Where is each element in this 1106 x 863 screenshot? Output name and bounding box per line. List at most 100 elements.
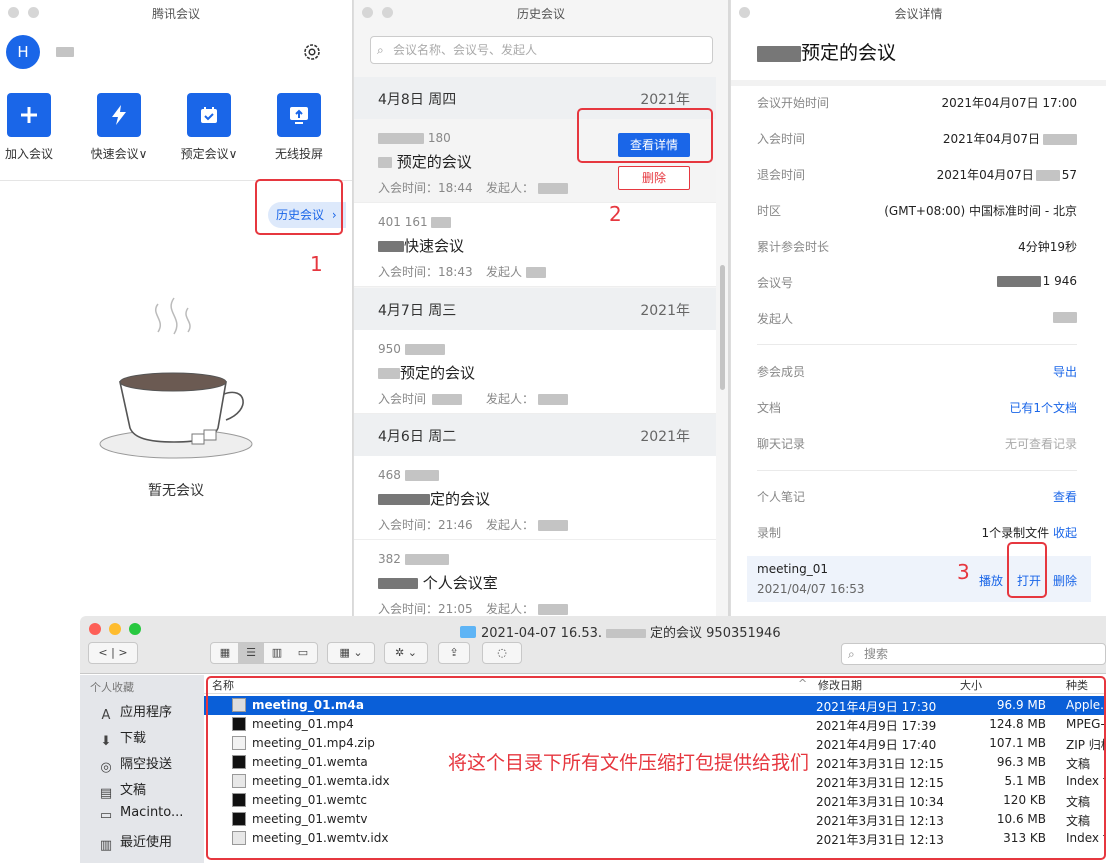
recording-date: 2021/04/07 16:53	[757, 582, 865, 596]
meeting-name: 预定的会议	[378, 362, 475, 383]
screen-cast-label: 无线投屏	[274, 147, 323, 161]
meeting-id: 468	[378, 468, 439, 482]
search-input[interactable]: ⌕ 会议名称、会议号、发起人	[370, 36, 713, 64]
screen-cast-button[interactable]: 无线投屏	[259, 93, 339, 162]
annotation-box-1	[255, 179, 343, 235]
group-button[interactable]: ▦ ⌄	[327, 642, 375, 664]
divider	[757, 344, 1077, 345]
sidebar-item-downloads[interactable]: ⬇ 下载	[98, 727, 146, 750]
group-icon: ▦ ⌄	[339, 646, 363, 659]
list-item[interactable]: 950 预定的会议 入会时间 发起人：	[354, 330, 716, 414]
detail-row-recording: 录制 1个录制文件 收起	[757, 526, 1077, 540]
documents-link[interactable]: 已有1个文档	[1009, 399, 1077, 416]
gear-icon: ✲ ⌄	[395, 646, 417, 659]
group-year: 2021年	[640, 92, 690, 108]
chevron-left-icon[interactable]: <	[98, 646, 107, 659]
sidebar-item-recents[interactable]: ▥ 最近使用	[98, 831, 172, 854]
group-date: 4月6日 周二	[378, 429, 457, 445]
history-meetings-window: 历史会议 ⌕ 会议名称、会议号、发起人 4月8日 周四 2021年 180 预定…	[353, 0, 728, 616]
search-input[interactable]: ⌕ 搜索	[841, 643, 1106, 665]
group-year: 2021年	[640, 429, 690, 445]
collapse-recording-link[interactable]: 收起	[1053, 526, 1077, 540]
sidebar-item-documents[interactable]: ▤ 文稿	[98, 779, 146, 802]
join-time: 入会时间：18:44	[378, 181, 473, 195]
detail-row-start-time: 会议开始时间 2021年04月07日 17:00	[757, 96, 1077, 110]
share-button[interactable]: ⇪	[438, 642, 470, 664]
airdrop-icon: ◎	[100, 760, 112, 775]
initiator: 发起人：	[486, 390, 569, 407]
annotation-box-2	[577, 108, 713, 163]
sidebar-item-applications[interactable]: A 应用程序	[98, 701, 172, 724]
view-mode-buttons[interactable]: ▦ ☰ ▥ ▭	[210, 642, 318, 664]
meeting-details-window: 会议详情 预定的会议 会议开始时间 2021年04月07日 17:00 入会时间 2…	[730, 0, 1106, 616]
list-item[interactable]: 382 个人会议室 入会时间：21:05 发起人：	[354, 540, 716, 616]
gallery-view-icon[interactable]: ▭	[290, 643, 316, 663]
tag-icon: ◌	[497, 646, 507, 659]
list-item[interactable]: 401 161 快速会议 入会时间：18:43 发起人	[354, 203, 716, 287]
sidebar-item-macintosh[interactable]: ▭ Macinto...	[98, 805, 184, 824]
share-icon: ⇪	[449, 646, 459, 659]
delete-recording-button[interactable]: 删除	[1053, 572, 1077, 589]
meeting-id: 382	[378, 552, 449, 566]
close-button[interactable]	[89, 623, 101, 635]
sidebar-item-airdrop[interactable]: ◎ 隔空投送	[98, 753, 172, 776]
finder-title: 2021-04-07 16.53. 定的会议 950351946	[460, 622, 781, 641]
meeting-title: 预定的会议	[757, 38, 896, 65]
group-date: 4月7日 周三	[378, 303, 457, 319]
avatar[interactable]: H	[6, 35, 40, 69]
applications-icon: A	[101, 708, 111, 723]
schedule-meeting-label: 预定会议∨	[180, 147, 238, 161]
recents-icon: ▥	[99, 838, 113, 853]
search-placeholder: 会议名称、会议号、发起人	[393, 43, 538, 57]
divider	[731, 80, 1106, 86]
export-members-link[interactable]: 导出	[1053, 363, 1077, 380]
initiator: 发起人：	[486, 600, 569, 616]
column-view-icon[interactable]: ▥	[264, 643, 290, 663]
recording-name: meeting_01	[757, 562, 828, 576]
schedule-meeting-button[interactable]: 预定会议∨	[169, 93, 249, 162]
empty-state-text: 暂无会议	[148, 483, 204, 499]
zoom-button[interactable]	[129, 623, 141, 635]
back-forward-buttons[interactable]: < | >	[88, 642, 138, 664]
meeting-name: 定的会议	[378, 488, 490, 509]
window-title: 会议详情	[894, 7, 943, 21]
lightning-icon	[97, 93, 141, 137]
initiator: 发起人：	[486, 516, 569, 533]
view-notes-link[interactable]: 查看	[1053, 488, 1077, 505]
chevron-right-icon[interactable]: >	[118, 646, 127, 659]
minimize-button[interactable]	[109, 623, 121, 635]
meeting-id: 401 161	[378, 215, 452, 229]
quick-meeting-button[interactable]: 快速会议∨	[79, 93, 159, 162]
detail-row-meeting-id: 会议号 1 946	[757, 274, 1077, 290]
gear-icon[interactable]	[302, 42, 322, 62]
detail-row-timezone: 时区 (GMT+08:00) 中国标准时间 - 北京	[757, 204, 1077, 218]
detail-row-duration: 累计参会时长 4分钟19秒	[757, 240, 1077, 254]
date-group-header: 4月6日 周二 2021年	[354, 414, 716, 456]
download-icon: ⬇	[100, 734, 112, 749]
delete-meeting-button[interactable]: 删除	[618, 166, 690, 190]
meeting-id: 180	[378, 131, 451, 145]
join-meeting-label: 加入会议	[4, 147, 53, 161]
detail-row-chat: 聊天记录 无可查看记录	[757, 437, 1077, 451]
plus-icon	[7, 93, 51, 137]
coffee-cup-icon	[99, 297, 253, 459]
join-time: 入会时间	[378, 390, 463, 407]
search-icon: ⌕	[848, 647, 855, 661]
action-button[interactable]: ✲ ⌄	[384, 642, 428, 664]
play-recording-button[interactable]: 播放	[979, 572, 1003, 589]
join-meeting-button[interactable]: 加入会议	[0, 93, 69, 162]
username-redacted	[56, 47, 74, 57]
finder-sidebar: 个人收藏 A 应用程序 ⬇ 下载 ◎ 隔空投送 ▤ 文稿 ▭ Macinto... ▥ 最近…	[80, 675, 204, 863]
detail-row-notes: 个人笔记 查看	[757, 488, 1077, 505]
window-title: 历史会议	[516, 7, 565, 21]
icon-view-icon[interactable]: ▦	[212, 643, 238, 663]
screen-cast-icon	[277, 93, 321, 137]
scrollbar[interactable]	[720, 265, 725, 390]
list-item[interactable]: 468 定的会议 入会时间：21:46 发起人：	[354, 456, 716, 540]
list-view-icon[interactable]: ☰	[238, 643, 264, 663]
group-date: 4月8日 周四	[378, 92, 457, 108]
annotation-number-2: 2	[609, 202, 622, 226]
join-time: 入会时间：21:05	[378, 602, 473, 616]
tag-button[interactable]: ◌	[482, 642, 522, 664]
documents-icon: ▤	[99, 786, 113, 801]
